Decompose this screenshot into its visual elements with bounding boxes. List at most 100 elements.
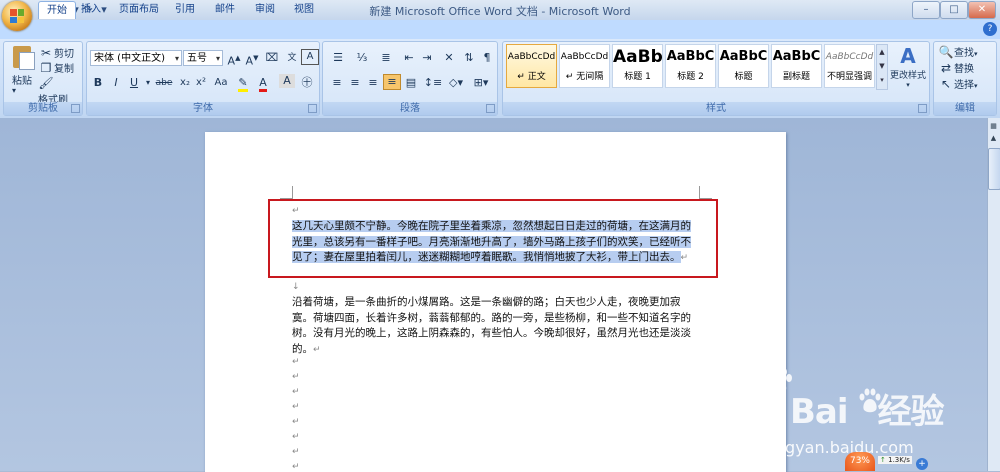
numbering-icon[interactable]: ⅓ [351,49,373,67]
align-left-icon[interactable]: ≡ [329,74,345,92]
document-page[interactable]: ↵ 这几天心里颇不宁静。今晚在院子里坐着乘凉，忽然想起日日走过的荷塘，在这满月的… [205,132,786,472]
tab-review[interactable]: 审阅 [250,1,280,18]
underline-dropdown-icon[interactable]: ▾ [143,74,153,92]
bullets-icon[interactable]: ☰ [327,49,349,67]
editing-group: 🔍查找▾ ⇄ 替换 ↖ 选择▾ 编辑 [933,41,997,116]
styles-scroll[interactable]: ▲ ▼ ▾ [876,44,888,90]
enclose-char-icon[interactable]: ㊉ [299,74,315,92]
plus-icon[interactable]: + [916,458,928,470]
justify-icon[interactable]: ≡ [383,74,401,90]
tab-page-layout[interactable]: 页面布局 [114,1,164,18]
subscript-button[interactable]: x₂ [177,74,193,92]
copy-icon: ❐ [40,61,52,75]
borders-icon[interactable]: ⊞▾ [469,74,493,92]
paintbrush-icon: 🖌 [38,76,54,90]
tab-insert[interactable]: 插入 [76,1,106,18]
cut-button[interactable]: ✂ 剪切 [38,45,74,61]
change-styles-button[interactable]: A 更改样式 ▾ [890,44,926,89]
style-subtle-emphasis[interactable]: AaBbCcDd 不明显强调 [824,44,875,88]
change-styles-icon: A [900,44,916,68]
body-paragraph[interactable]: 沿着荷塘，是一条曲折的小煤屑路。这是一条幽僻的路；白天也少人走，夜晚更加寂寞。荷… [292,295,699,358]
clear-format-icon[interactable]: ⌧ [263,49,281,67]
ruler-toggle-icon[interactable]: ▦ [988,122,999,132]
line-break-mark: ↓ [292,282,300,292]
highlight-icon[interactable]: ✎ [233,74,253,92]
style-subtitle[interactable]: AaBbC 副标题 [771,44,822,88]
replace-button[interactable]: ⇄ 替换 [938,60,974,76]
italic-button[interactable]: I [109,74,123,92]
minimize-button[interactable]: – [912,1,940,19]
office-logo-icon [10,9,24,23]
increase-indent-icon[interactable]: ⇥ [419,49,435,67]
paragraph-group-label: 段落 [323,102,497,115]
align-right-icon[interactable]: ≡ [365,74,381,92]
tab-mailings[interactable]: 邮件 [210,1,240,18]
paste-button[interactable]: 粘贴 [12,72,32,87]
phonetic-guide-icon[interactable]: 文 [283,49,301,67]
styles-launcher-icon[interactable] [918,104,927,113]
network-usage-badge[interactable]: 73% [845,452,875,471]
char-shading-icon[interactable]: A [279,74,295,88]
copy-button[interactable]: ❐ 复制 [38,60,74,76]
paragraph-launcher-icon[interactable] [486,104,495,113]
paw-logo-icon [765,368,793,396]
style-heading-1[interactable]: AaBb 标题 1 [612,44,663,88]
grow-font-icon[interactable]: A▲ [225,49,243,68]
chevron-down-icon: ▾ [906,81,910,89]
help-icon[interactable]: ? [983,22,997,36]
office-button[interactable] [2,1,32,31]
find-button[interactable]: 🔍查找▾ [938,44,978,60]
close-button[interactable]: ✕ [968,1,996,19]
maximize-button[interactable]: □ [940,1,968,19]
baidu-paw-icon [857,388,883,414]
tab-view[interactable]: 视图 [289,1,319,18]
style-heading-2[interactable]: AaBbC 标题 2 [665,44,716,88]
font-name-combo[interactable]: 宋体 (中文正文) ▾ [90,50,182,66]
paste-dropdown-icon[interactable]: ▾ [12,86,16,95]
font-launcher-icon[interactable] [308,104,317,113]
shrink-font-icon[interactable]: A▼ [243,49,261,68]
clipboard-launcher-icon[interactable] [71,104,80,113]
change-case-button[interactable]: Aa [211,74,231,92]
multilevel-list-icon[interactable]: ≣ [375,49,397,67]
show-marks-icon[interactable]: ¶ [479,49,495,67]
align-center-icon[interactable]: ≡ [347,74,363,92]
bold-button[interactable]: B [91,74,105,92]
baidu-url: jingyan.baidu.com [766,438,914,457]
font-size-combo[interactable]: 五号 ▾ [183,50,223,66]
network-speed: ↑ 1.3K/s [878,456,912,464]
underline-button[interactable]: U [127,74,141,92]
decrease-indent-icon[interactable]: ⇤ [401,49,417,67]
paragraph-mark: ↵ [292,417,300,427]
line-spacing-icon[interactable]: ↕≡ [423,74,443,92]
paragraph-mark: ↵ [292,432,300,442]
paragraph-mark: ↵ [292,372,300,382]
superscript-button[interactable]: x² [193,74,209,92]
chevron-down-icon: ▾ [215,54,220,63]
font-group: 宋体 (中文正文) ▾ 五号 ▾ A▲ A▼ ⌧ 文 A B I U ▾ abe x… [86,41,320,116]
chinese-layout-icon[interactable]: ✕ [439,49,459,67]
scissors-icon: ✂ [40,46,52,60]
distributed-icon[interactable]: ▤ [403,74,419,92]
tab-references[interactable]: 引用 [170,1,200,18]
char-border-icon[interactable]: A [301,49,319,65]
font-color-icon[interactable]: A [253,74,273,92]
strikethrough-button[interactable]: abe [153,74,175,92]
chevron-down-icon: ▾ [174,54,179,63]
paragraph-mark: ↵ [292,357,300,367]
style-no-spacing[interactable]: AaBbCcDd ↵ 无间隔 [559,44,610,88]
style-normal[interactable]: AaBbCcDd ↵ 正文 [506,44,557,88]
tab-home[interactable]: 开始 [38,1,76,19]
paste-icon[interactable] [10,44,36,70]
margin-corner [280,186,293,199]
select-button[interactable]: ↖ 选择▾ [938,76,978,92]
cursor-icon: ↖ [940,77,952,91]
scroll-up-icon[interactable]: ▲ [988,134,999,144]
scrollbar-thumb[interactable] [988,148,1000,190]
annotation-highlight-box [268,199,718,278]
sort-icon[interactable]: ⇅ [461,49,477,67]
style-title[interactable]: AaBbC 标题 [718,44,769,88]
shading-icon[interactable]: ◇▾ [445,74,467,92]
margin-corner [699,186,712,199]
window-title: 新建 Microsoft Office Word 文档 - Microsoft … [369,5,631,18]
